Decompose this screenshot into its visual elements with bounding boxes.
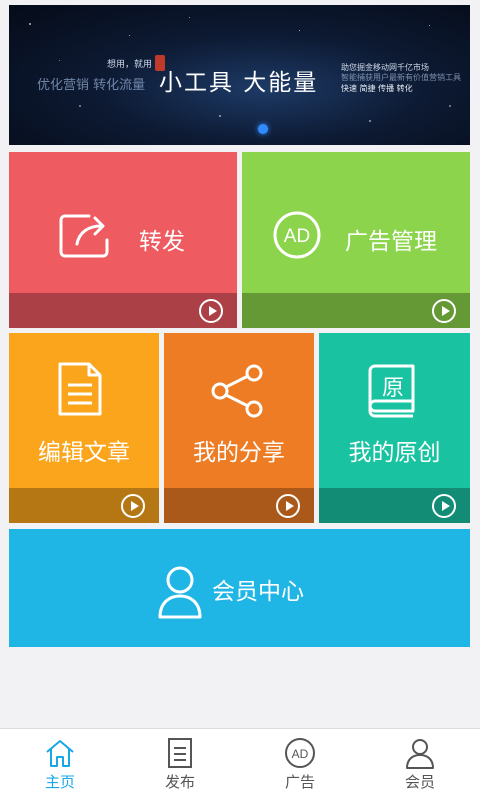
tile-member-label: 会员中心 [212, 579, 304, 605]
tile-ad-label: 广告管理 [345, 229, 437, 255]
star-decoration [29, 23, 31, 25]
tile-edit-article[interactable]: 编辑文章 [9, 333, 159, 523]
tab-publish[interactable]: 发布 [120, 729, 240, 800]
book-icon-badge: 原 [382, 376, 404, 401]
banner-desc-keys: 快速 简捷 传播 转化 [341, 84, 413, 93]
star-decoration [189, 17, 190, 18]
ad-icon: AD [285, 738, 315, 768]
tab-member[interactable]: 会员 [360, 729, 480, 800]
star-decoration [79, 105, 81, 107]
banner-title: 小工具 大能量 [159, 70, 319, 96]
tile-edit-label: 编辑文章 [38, 440, 130, 466]
ad-icon: AD [273, 211, 321, 259]
tile-member-center[interactable]: 会员中心 [9, 529, 470, 647]
user-icon [406, 739, 434, 769]
tab-ad-icon-text: AD [292, 747, 309, 761]
banner-description: 助您掘金移动网千亿市场 智能捕获用户最新有价值营销工具 快速 简捷 传播 转化 [341, 63, 466, 94]
tile-my-share[interactable]: 我的分享 [164, 333, 314, 523]
tab-home-label: 主页 [44, 773, 75, 791]
tile-share-label: 我的分享 [193, 440, 285, 466]
share-nodes-icon [211, 364, 263, 418]
bottom-tab-bar: 主页 发布 AD 广告 会员 [0, 728, 480, 800]
banner-tagline: 想用，就用 [107, 60, 153, 70]
carousel-indicator[interactable] [258, 124, 268, 134]
tile-ad-management[interactable]: AD 广告管理 [242, 152, 470, 328]
banner-slogan: 优化营销 转化流量 [37, 78, 146, 93]
tile-my-original[interactable]: 原 我的原创 [319, 333, 470, 523]
ad-icon-text: AD [284, 226, 310, 247]
tile-forward[interactable]: 转发 [9, 152, 237, 328]
star-decoration [219, 115, 221, 117]
tab-member-label: 会员 [404, 773, 435, 791]
tab-ad-label: 广告 [284, 773, 315, 791]
tile-forward-label: 转发 [139, 229, 185, 255]
star-decoration [299, 30, 300, 31]
user-icon [158, 566, 202, 619]
promo-banner[interactable]: 想用，就用 优化营销 转化流量 小工具 大能量 助您掘金移动网千亿市场 智能捕获… [9, 5, 470, 145]
arrow-right-icon[interactable] [432, 494, 456, 518]
arrow-right-icon[interactable] [121, 494, 145, 518]
home-icon [46, 740, 74, 767]
banner-desc-line1: 助您掘金移动网千亿市场 [341, 63, 429, 72]
tile-original-label: 我的原创 [348, 440, 441, 466]
publish-icon [168, 738, 192, 768]
banner-desc-line2: 智能捕获用户最新有价值营销工具 [341, 73, 461, 82]
star-decoration [429, 25, 430, 26]
tab-home[interactable]: 主页 [0, 729, 120, 800]
star-decoration [59, 60, 60, 61]
share-out-icon [59, 214, 109, 258]
tab-ad[interactable]: AD 广告 [240, 729, 360, 800]
tab-publish-label: 发布 [164, 773, 195, 791]
star-decoration [449, 105, 451, 107]
star-decoration [129, 35, 130, 36]
arrow-right-icon[interactable] [199, 299, 223, 323]
star-decoration [369, 120, 371, 122]
document-icon [58, 362, 102, 416]
arrow-right-icon[interactable] [432, 299, 456, 323]
arrow-right-icon[interactable] [276, 494, 300, 518]
book-icon: 原 [368, 364, 415, 418]
